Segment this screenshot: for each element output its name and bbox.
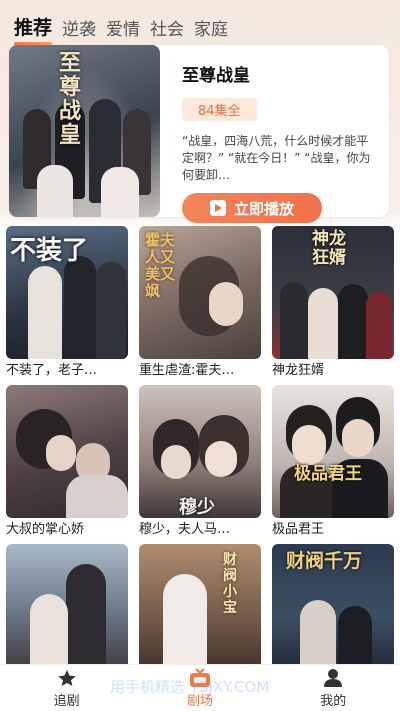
drama-poster-title: 霍夫人又美又飒	[145, 231, 176, 300]
drama-poster-title: 极品君王	[294, 464, 362, 484]
play-icon	[209, 200, 226, 216]
drama-card[interactable]: 霍夫人又美又飒 重生虐渣:霍夫…	[139, 226, 261, 385]
drama-poster: 穆少	[139, 385, 261, 518]
drama-poster: 财阀千万	[272, 544, 394, 677]
drama-title: 神龙狂婿	[272, 363, 325, 378]
drama-poster-title: 神龙狂婿	[312, 229, 346, 268]
tab-recommend[interactable]: 推荐	[14, 13, 53, 46]
drama-title: 不装了，老子…	[6, 363, 98, 378]
drama-poster-title: 穆少	[179, 497, 215, 518]
drama-grid: 不装了 不装了，老子… 霍夫人又美又飒 重生虐渣:霍夫… 神龙狂婿 神龙狂婿 大…	[6, 226, 394, 703]
drama-card[interactable]: 极品君王 极品君王	[272, 385, 394, 544]
drama-poster-title: 不装了	[10, 236, 89, 266]
nav-profile[interactable]: 我的	[288, 668, 378, 709]
bottom-nav: 追剧 剧场 我的	[0, 664, 400, 711]
tab-counterattack[interactable]: 逆袭	[62, 15, 96, 44]
star-icon	[56, 668, 78, 688]
nav-follow-label: 追剧	[53, 693, 80, 709]
drama-title: 穆少，夫人马…	[139, 522, 231, 537]
drama-card[interactable]: 大叔的掌心娇	[6, 385, 128, 544]
episode-badge: 84集全	[182, 98, 257, 121]
drama-card[interactable]: 神龙狂婿 神龙狂婿	[272, 226, 394, 385]
tv-icon	[189, 667, 211, 688]
featured-drama-card[interactable]: 至尊战皇 至尊战皇 84集全 “战皇，四海八荒，什么时候才能平定啊？” “就在今…	[9, 45, 389, 223]
tab-romance[interactable]: 爱情	[106, 15, 140, 44]
featured-poster-title: 至尊战皇	[59, 50, 82, 148]
drama-poster: 极品君王	[272, 385, 394, 518]
nav-theater[interactable]: 剧场	[155, 667, 245, 709]
drama-poster	[6, 544, 128, 677]
user-icon	[322, 668, 344, 688]
play-now-label: 立即播放	[233, 199, 294, 218]
drama-poster: 霍夫人又美又飒	[139, 226, 261, 359]
drama-poster: 不装了	[6, 226, 128, 359]
featured-title: 至尊战皇	[182, 66, 250, 86]
drama-title: 重生虐渣:霍夫…	[139, 363, 235, 378]
tab-family[interactable]: 家庭	[194, 15, 228, 44]
drama-poster-title: 财阀小宝	[223, 552, 237, 616]
drama-title: 极品君王	[272, 522, 325, 537]
category-tabs: 推荐 逆袭 爱情 社会 家庭	[0, 0, 400, 46]
featured-description: “战皇，四海八荒，什么时候才能平定啊？” “就在今日！” “战皇，你为何要卸…	[182, 134, 371, 182]
drama-poster	[6, 385, 128, 518]
drama-poster: 神龙狂婿	[272, 226, 394, 359]
drama-title: 大叔的掌心娇	[6, 522, 85, 537]
nav-follow[interactable]: 追剧	[22, 668, 112, 709]
drama-poster-title: 财阀千万	[286, 550, 363, 572]
featured-poster[interactable]: 至尊战皇	[9, 45, 160, 217]
drama-card[interactable]: 不装了 不装了，老子…	[6, 226, 128, 385]
tab-society[interactable]: 社会	[150, 15, 184, 44]
drama-card[interactable]: 穆少 穆少，夫人马…	[139, 385, 261, 544]
nav-profile-label: 我的	[320, 693, 347, 709]
drama-poster: 财阀小宝	[139, 544, 261, 677]
play-now-button[interactable]: 立即播放	[182, 193, 322, 223]
nav-theater-label: 剧场	[186, 693, 213, 709]
